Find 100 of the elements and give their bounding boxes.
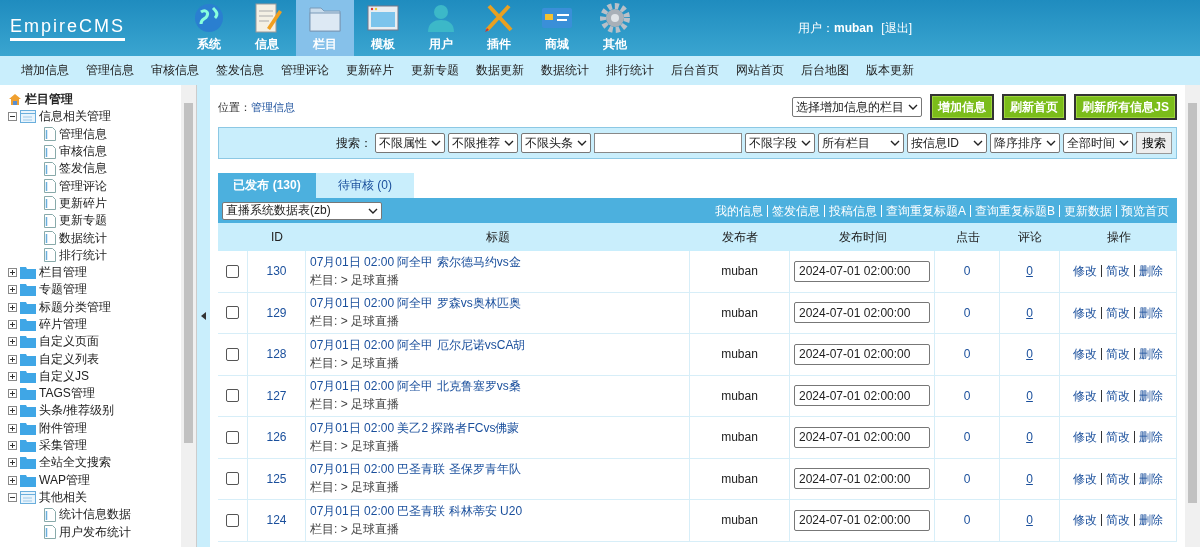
expand-icon[interactable] bbox=[8, 389, 17, 399]
filter-select[interactable]: 不限推荐 bbox=[448, 133, 518, 153]
subnav-link[interactable]: 管理信息 bbox=[77, 62, 142, 79]
title-link[interactable]: 07月01日 02:00 巴圣青联 科林蒂安 U20 bbox=[310, 502, 523, 520]
collapse-handle[interactable] bbox=[197, 85, 210, 547]
tree-item[interactable]: 信息相关管理 bbox=[39, 108, 111, 126]
tree-item[interactable]: 统计信息数据 bbox=[59, 506, 131, 524]
expand-icon[interactable] bbox=[8, 337, 17, 347]
tree-item[interactable]: 管理评论 bbox=[59, 177, 107, 195]
comments-link[interactable]: 0 bbox=[1026, 305, 1033, 320]
subnav-link[interactable]: 签发信息 bbox=[207, 62, 272, 79]
title-link[interactable]: 07月01日 02:00 阿全甲 罗森vs奥林匹奥 bbox=[310, 295, 521, 313]
row-checkbox[interactable] bbox=[226, 389, 239, 403]
action-link[interactable]: 简改 bbox=[1101, 472, 1134, 485]
expand-icon[interactable] bbox=[8, 354, 17, 364]
time-field[interactable]: 2024-07-01 02:00:00 bbox=[794, 302, 930, 324]
subnav-link[interactable]: 网站首页 bbox=[727, 62, 792, 79]
subnav-link[interactable]: 数据统计 bbox=[532, 62, 597, 79]
expand-icon[interactable] bbox=[8, 441, 17, 451]
tree-item[interactable]: 头条/推荐级别 bbox=[39, 402, 115, 420]
row-checkbox[interactable] bbox=[226, 264, 239, 278]
action-link[interactable]: 删除 bbox=[1134, 389, 1167, 402]
tree-item[interactable]: 自定义列表 bbox=[39, 350, 99, 368]
time-field[interactable]: 2024-07-01 02:00:00 bbox=[794, 385, 930, 407]
filter-select[interactable]: 全部时间 bbox=[1063, 133, 1133, 153]
action-link[interactable]: 删除 bbox=[1134, 514, 1167, 527]
subnav-link[interactable]: 后台首页 bbox=[662, 62, 727, 79]
tree-item[interactable]: 数据统计 bbox=[59, 229, 107, 247]
tree-item[interactable]: 全站全文搜索 bbox=[39, 454, 111, 472]
title-link[interactable]: 07月01日 02:00 巴圣青联 圣保罗青年队 bbox=[310, 461, 521, 479]
tree-item[interactable]: 专题管理 bbox=[39, 281, 87, 299]
collapse-icon[interactable] bbox=[8, 492, 17, 502]
expand-icon[interactable] bbox=[8, 302, 17, 312]
filter-select[interactable]: 不限属性 bbox=[375, 133, 445, 153]
collapse-icon[interactable] bbox=[8, 112, 17, 122]
action-link[interactable]: 修改 bbox=[1069, 431, 1101, 444]
title-link[interactable]: 07月01日 02:00 美乙2 探路者FCvs佛蒙 bbox=[310, 419, 520, 437]
filter-select[interactable]: 按信息ID bbox=[907, 133, 987, 153]
tree-item[interactable]: 碎片管理 bbox=[39, 316, 87, 333]
expand-icon[interactable] bbox=[8, 458, 17, 468]
action-link[interactable]: 简改 bbox=[1101, 306, 1134, 319]
subnav-link[interactable]: 增加信息 bbox=[12, 62, 77, 79]
tree-item[interactable]: WAP管理 bbox=[39, 471, 90, 489]
comments-link[interactable]: 0 bbox=[1026, 513, 1033, 528]
tree-item[interactable]: 更新专题 bbox=[59, 212, 107, 230]
tree-item[interactable]: 标题分类管理 bbox=[39, 298, 111, 316]
action-link[interactable]: 简改 bbox=[1101, 431, 1134, 444]
tree-item[interactable]: 采集管理 bbox=[39, 437, 87, 455]
table-select[interactable]: 直播系统数据表(zb) bbox=[222, 201, 382, 220]
expand-icon[interactable] bbox=[8, 406, 17, 416]
expand-icon[interactable] bbox=[8, 371, 17, 381]
tree-item[interactable]: 管理信息 bbox=[59, 125, 107, 143]
action-link[interactable]: 修改 bbox=[1069, 348, 1101, 361]
tree-item[interactable]: 自定义页面 bbox=[39, 333, 99, 351]
subnav-link[interactable]: 后台地图 bbox=[792, 62, 857, 79]
comments-link[interactable]: 0 bbox=[1026, 264, 1033, 279]
title-link[interactable]: 07月01日 02:00 阿全甲 厄尔尼诺vsCA胡 bbox=[310, 336, 526, 354]
title-link[interactable]: 07月01日 02:00 阿全甲 索尔德马约vs金 bbox=[310, 253, 521, 271]
action-link[interactable]: 修改 bbox=[1069, 389, 1101, 402]
search-field[interactable] bbox=[594, 133, 742, 153]
tab[interactable]: 待审核 (0) bbox=[316, 173, 414, 198]
action-link[interactable]: 简改 bbox=[1101, 514, 1134, 527]
time-field[interactable]: 2024-07-01 02:00:00 bbox=[794, 343, 930, 365]
title-link[interactable]: 07月01日 02:00 阿全甲 北克鲁塞罗vs桑 bbox=[310, 378, 521, 396]
tree-item[interactable]: 自定义JS bbox=[39, 367, 89, 385]
action-link[interactable]: 修改 bbox=[1069, 514, 1101, 527]
action-link[interactable]: 简改 bbox=[1101, 389, 1134, 402]
action-link[interactable]: 删除 bbox=[1134, 265, 1167, 278]
tree-item[interactable]: 审核信息 bbox=[59, 143, 107, 161]
time-field[interactable]: 2024-07-01 02:00:00 bbox=[794, 260, 930, 282]
expand-icon[interactable] bbox=[8, 268, 17, 278]
location-link[interactable]: 管理信息 bbox=[251, 99, 295, 115]
filter-select[interactable]: 不限字段 bbox=[745, 133, 815, 153]
action-link[interactable]: 删除 bbox=[1134, 306, 1167, 319]
row-checkbox[interactable] bbox=[226, 472, 239, 486]
row-checkbox[interactable] bbox=[226, 430, 239, 444]
expand-icon[interactable] bbox=[8, 285, 17, 295]
tree-item[interactable]: 更新碎片 bbox=[59, 194, 107, 212]
action-link[interactable]: 删除 bbox=[1134, 472, 1167, 485]
subnav-link[interactable]: 审核信息 bbox=[142, 62, 207, 79]
time-field[interactable]: 2024-07-01 02:00:00 bbox=[794, 426, 930, 448]
filter-select[interactable]: 降序排序 bbox=[990, 133, 1060, 153]
time-field[interactable]: 2024-07-01 02:00:00 bbox=[794, 509, 930, 531]
subnav-link[interactable]: 更新专题 bbox=[402, 62, 467, 79]
filter-select[interactable]: 不限头条 bbox=[521, 133, 591, 153]
tree-item[interactable]: TAGS管理 bbox=[39, 385, 95, 403]
scrollbar[interactable] bbox=[1185, 85, 1200, 547]
tree-item[interactable]: 签发信息 bbox=[59, 160, 107, 178]
tree-item[interactable]: 栏目管理 bbox=[39, 264, 87, 282]
tree-item[interactable]: 用户发布统计 bbox=[59, 523, 131, 541]
subnav-link[interactable]: 更新碎片 bbox=[337, 62, 402, 79]
action-link[interactable]: 删除 bbox=[1134, 348, 1167, 361]
subnav-link[interactable]: 数据更新 bbox=[467, 62, 532, 79]
row-checkbox[interactable] bbox=[226, 513, 239, 527]
comments-link[interactable]: 0 bbox=[1026, 430, 1033, 445]
comments-link[interactable]: 0 bbox=[1026, 388, 1033, 403]
subnav-link[interactable]: 排行统计 bbox=[597, 62, 662, 79]
subnav-link[interactable]: 版本更新 bbox=[857, 62, 922, 79]
comments-link[interactable]: 0 bbox=[1026, 471, 1033, 486]
action-link[interactable]: 简改 bbox=[1101, 265, 1134, 278]
